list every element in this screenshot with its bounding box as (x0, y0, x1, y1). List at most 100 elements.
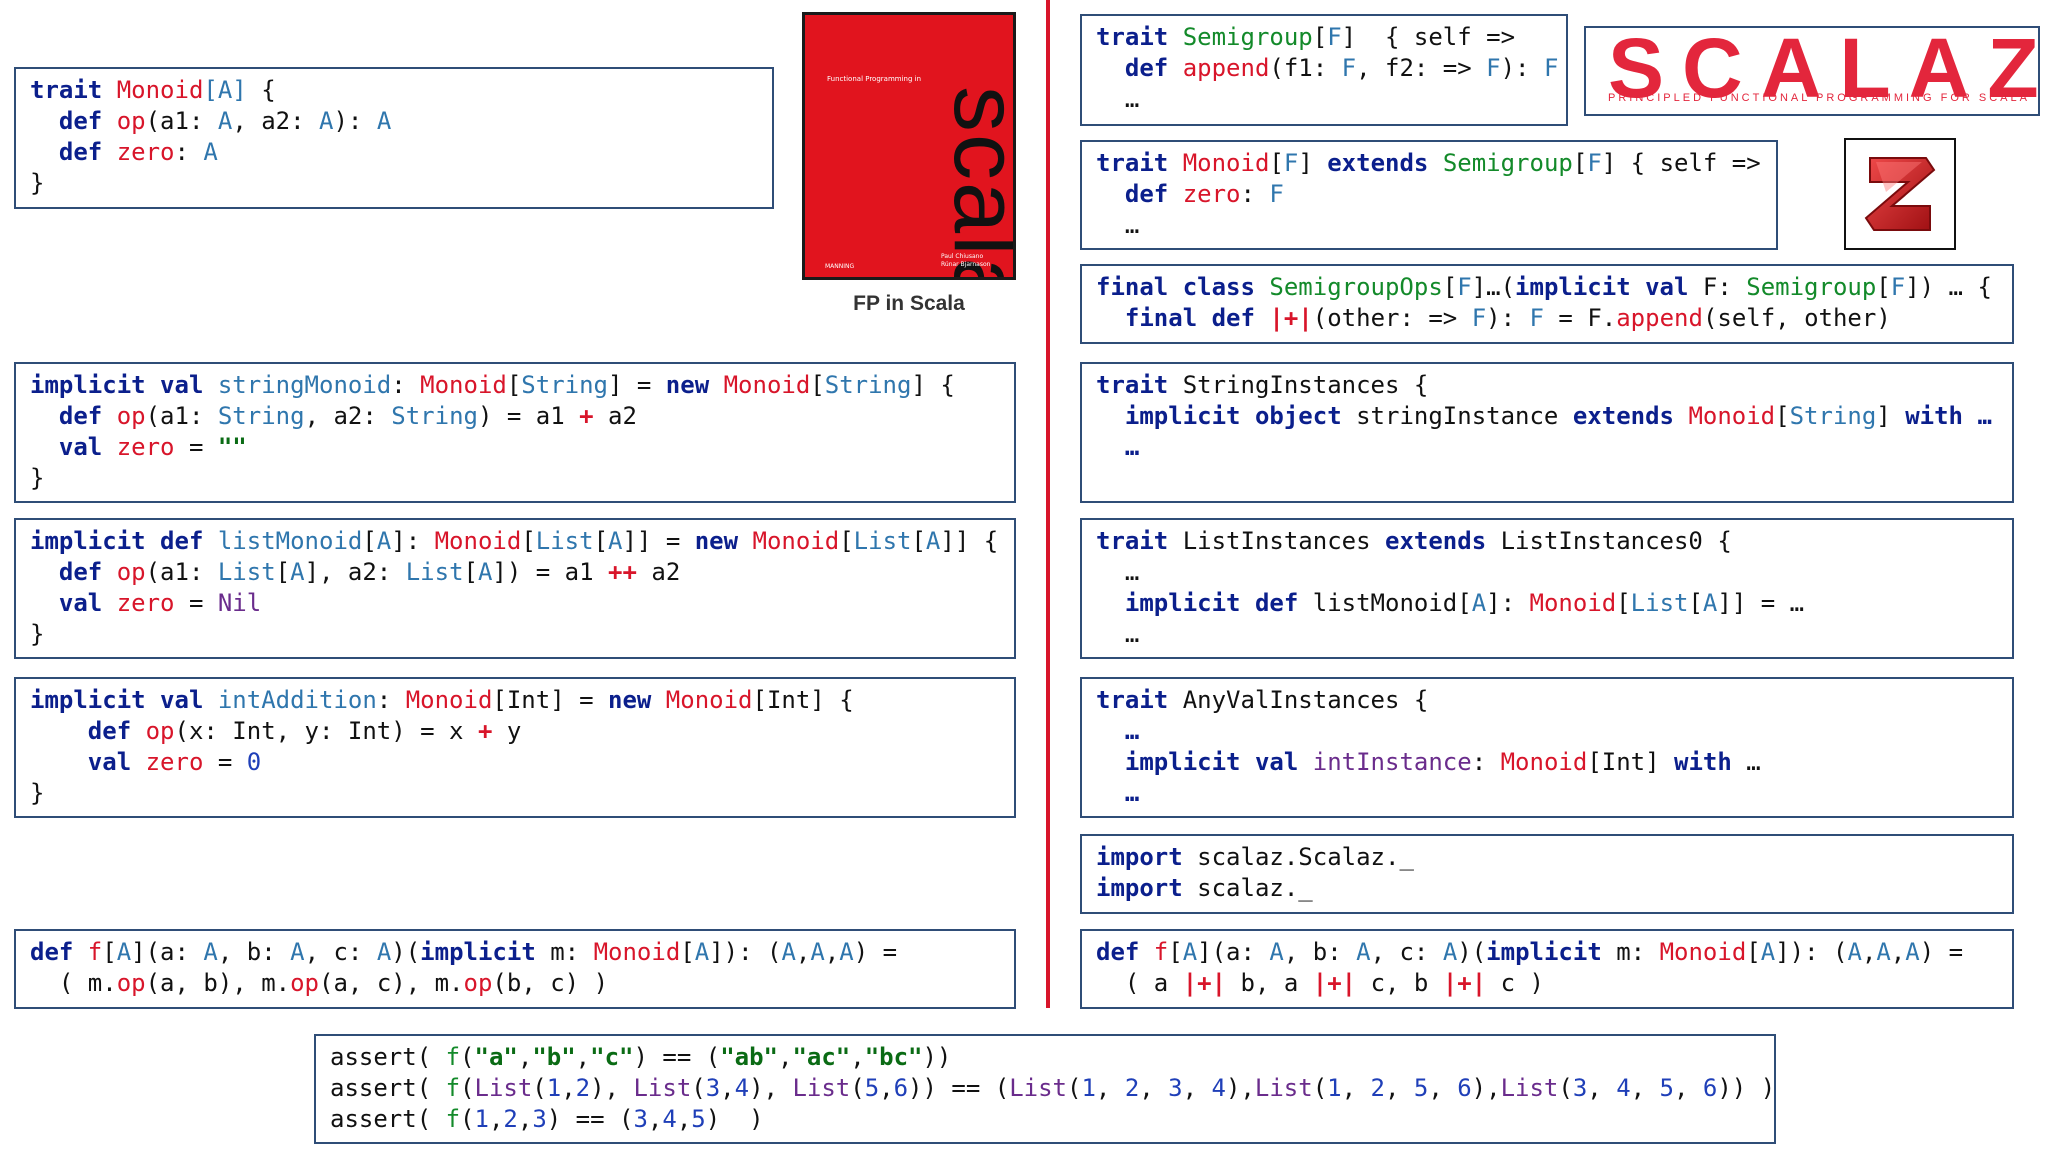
code-token: … (1124, 433, 1140, 461)
code-line: final class SemigroupOps[F]…(implicit va… (1096, 272, 2012, 303)
code-token: (a, c), m. (319, 969, 464, 997)
code-line: implicit object stringInstance extends M… (1096, 401, 2012, 432)
code-token: , (879, 1074, 894, 1102)
code-token: : (174, 138, 204, 166)
code-token: } (30, 779, 45, 807)
code-token: a2 (636, 558, 681, 586)
code-block-string-instances: trait StringInstances { implicit object … (1080, 362, 2014, 503)
code-token: ](a: (1197, 938, 1270, 966)
code-token: zero (116, 138, 175, 166)
code-line: def append(f1: F, f2: => F): F (1096, 53, 1566, 84)
code-token: , f2: => (1356, 54, 1487, 82)
code-token: List (1009, 1074, 1067, 1102)
code-line: … (1096, 778, 2012, 809)
code-token: (self, other) (1702, 304, 1891, 332)
code-token: implicit (1486, 938, 1617, 966)
code-token: , (517, 1105, 533, 1133)
code-token: String (391, 402, 478, 430)
code-token: def (58, 558, 117, 586)
code-token: )( (1457, 938, 1487, 966)
code-token: [Int] = (492, 686, 608, 714)
code-token: 5 (1413, 1074, 1429, 1102)
code-token: ) ) (705, 1105, 764, 1133)
code-token: (a, b), m. (145, 969, 291, 997)
code-token: ): (1500, 54, 1544, 82)
code-token: A (376, 938, 392, 966)
code-token: = (174, 589, 218, 617)
code-token: f (445, 1074, 461, 1102)
code-block-semigroup-trait: trait Semigroup[F] { self => def append(… (1080, 14, 1568, 126)
code-token: new (694, 527, 753, 555)
code-token: , (1674, 1074, 1703, 1102)
code-token: trait (1096, 149, 1183, 177)
code-token: def (87, 717, 146, 745)
scalaz-logo: SCALAZ PRINCIPLED FUNCTIONAL PROGRAMMING… (1584, 21, 2040, 116)
code-token: with (1674, 748, 1732, 776)
code-token: , (676, 1105, 692, 1133)
code-token: "" (217, 433, 247, 461)
code-token: , (1095, 1074, 1125, 1102)
code-token: def (1124, 54, 1183, 82)
code-block-f-left: def f[A](a: A, b: A, c: A)(implicit m: M… (14, 929, 1016, 1009)
code-token: "ab" (720, 1043, 778, 1071)
code-token: implicit val (1515, 273, 1703, 301)
code-token: [ (521, 527, 536, 555)
code-token: ]: (391, 527, 435, 555)
code-line: … (1096, 619, 2012, 650)
code-token: ] { (911, 371, 955, 399)
code-line: trait Semigroup[F] { self => (1096, 22, 1566, 53)
code-token: F (1543, 54, 1559, 82)
code-token: trait (1096, 686, 1183, 714)
code-token: Monoid (593, 938, 681, 966)
code-token: ( (532, 1074, 547, 1102)
code-token: )( (391, 938, 421, 966)
code-token: Semigroup (1746, 273, 1877, 301)
code-token: Monoid (420, 371, 507, 399)
code-token: ] (1298, 149, 1328, 177)
code-token: ) = (1919, 938, 1964, 966)
code-token: 3 (532, 1105, 547, 1133)
code-token: + (579, 402, 594, 430)
code-line: trait AnyValInstances { (1096, 685, 2012, 716)
code-token: List (1500, 1074, 1559, 1102)
code-token: [A] (203, 76, 247, 104)
code-token: A (1269, 938, 1284, 966)
code-token: , (1861, 938, 1877, 966)
code-token: A (1905, 938, 1920, 966)
code-token: ( a (1096, 969, 1183, 997)
code-token: val (87, 748, 146, 776)
code-token: f (1153, 938, 1169, 966)
code-token: "b" (532, 1043, 576, 1071)
code-token: (b, c) ) (492, 969, 609, 997)
code-token: f (87, 938, 103, 966)
code-token: F (1486, 54, 1501, 82)
code-token: … (1096, 85, 1140, 113)
code-token: Nil (217, 589, 262, 617)
code-token: , (795, 938, 811, 966)
code-token: c, b (1356, 969, 1443, 997)
code-token: : (376, 686, 406, 714)
code-token: List (217, 558, 276, 586)
code-token: def (30, 938, 88, 966)
code-token: (a1: (145, 402, 218, 430)
code-line: … (1096, 716, 2012, 747)
code-token: final class (1096, 273, 1270, 301)
code-token: assert( (330, 1074, 446, 1102)
code-token: extends (1327, 149, 1443, 177)
code-token: f (445, 1043, 461, 1071)
code-token: List (1254, 1074, 1313, 1102)
code-token: extends (1385, 527, 1501, 555)
code-token: ( (460, 1043, 475, 1071)
code-token: [ (593, 527, 609, 555)
code-line: } (30, 168, 772, 199)
code-token: m: (550, 938, 594, 966)
code-token: , (647, 1105, 663, 1133)
code-token: (a1: (145, 558, 218, 586)
code-token: ]: (1486, 589, 1530, 617)
